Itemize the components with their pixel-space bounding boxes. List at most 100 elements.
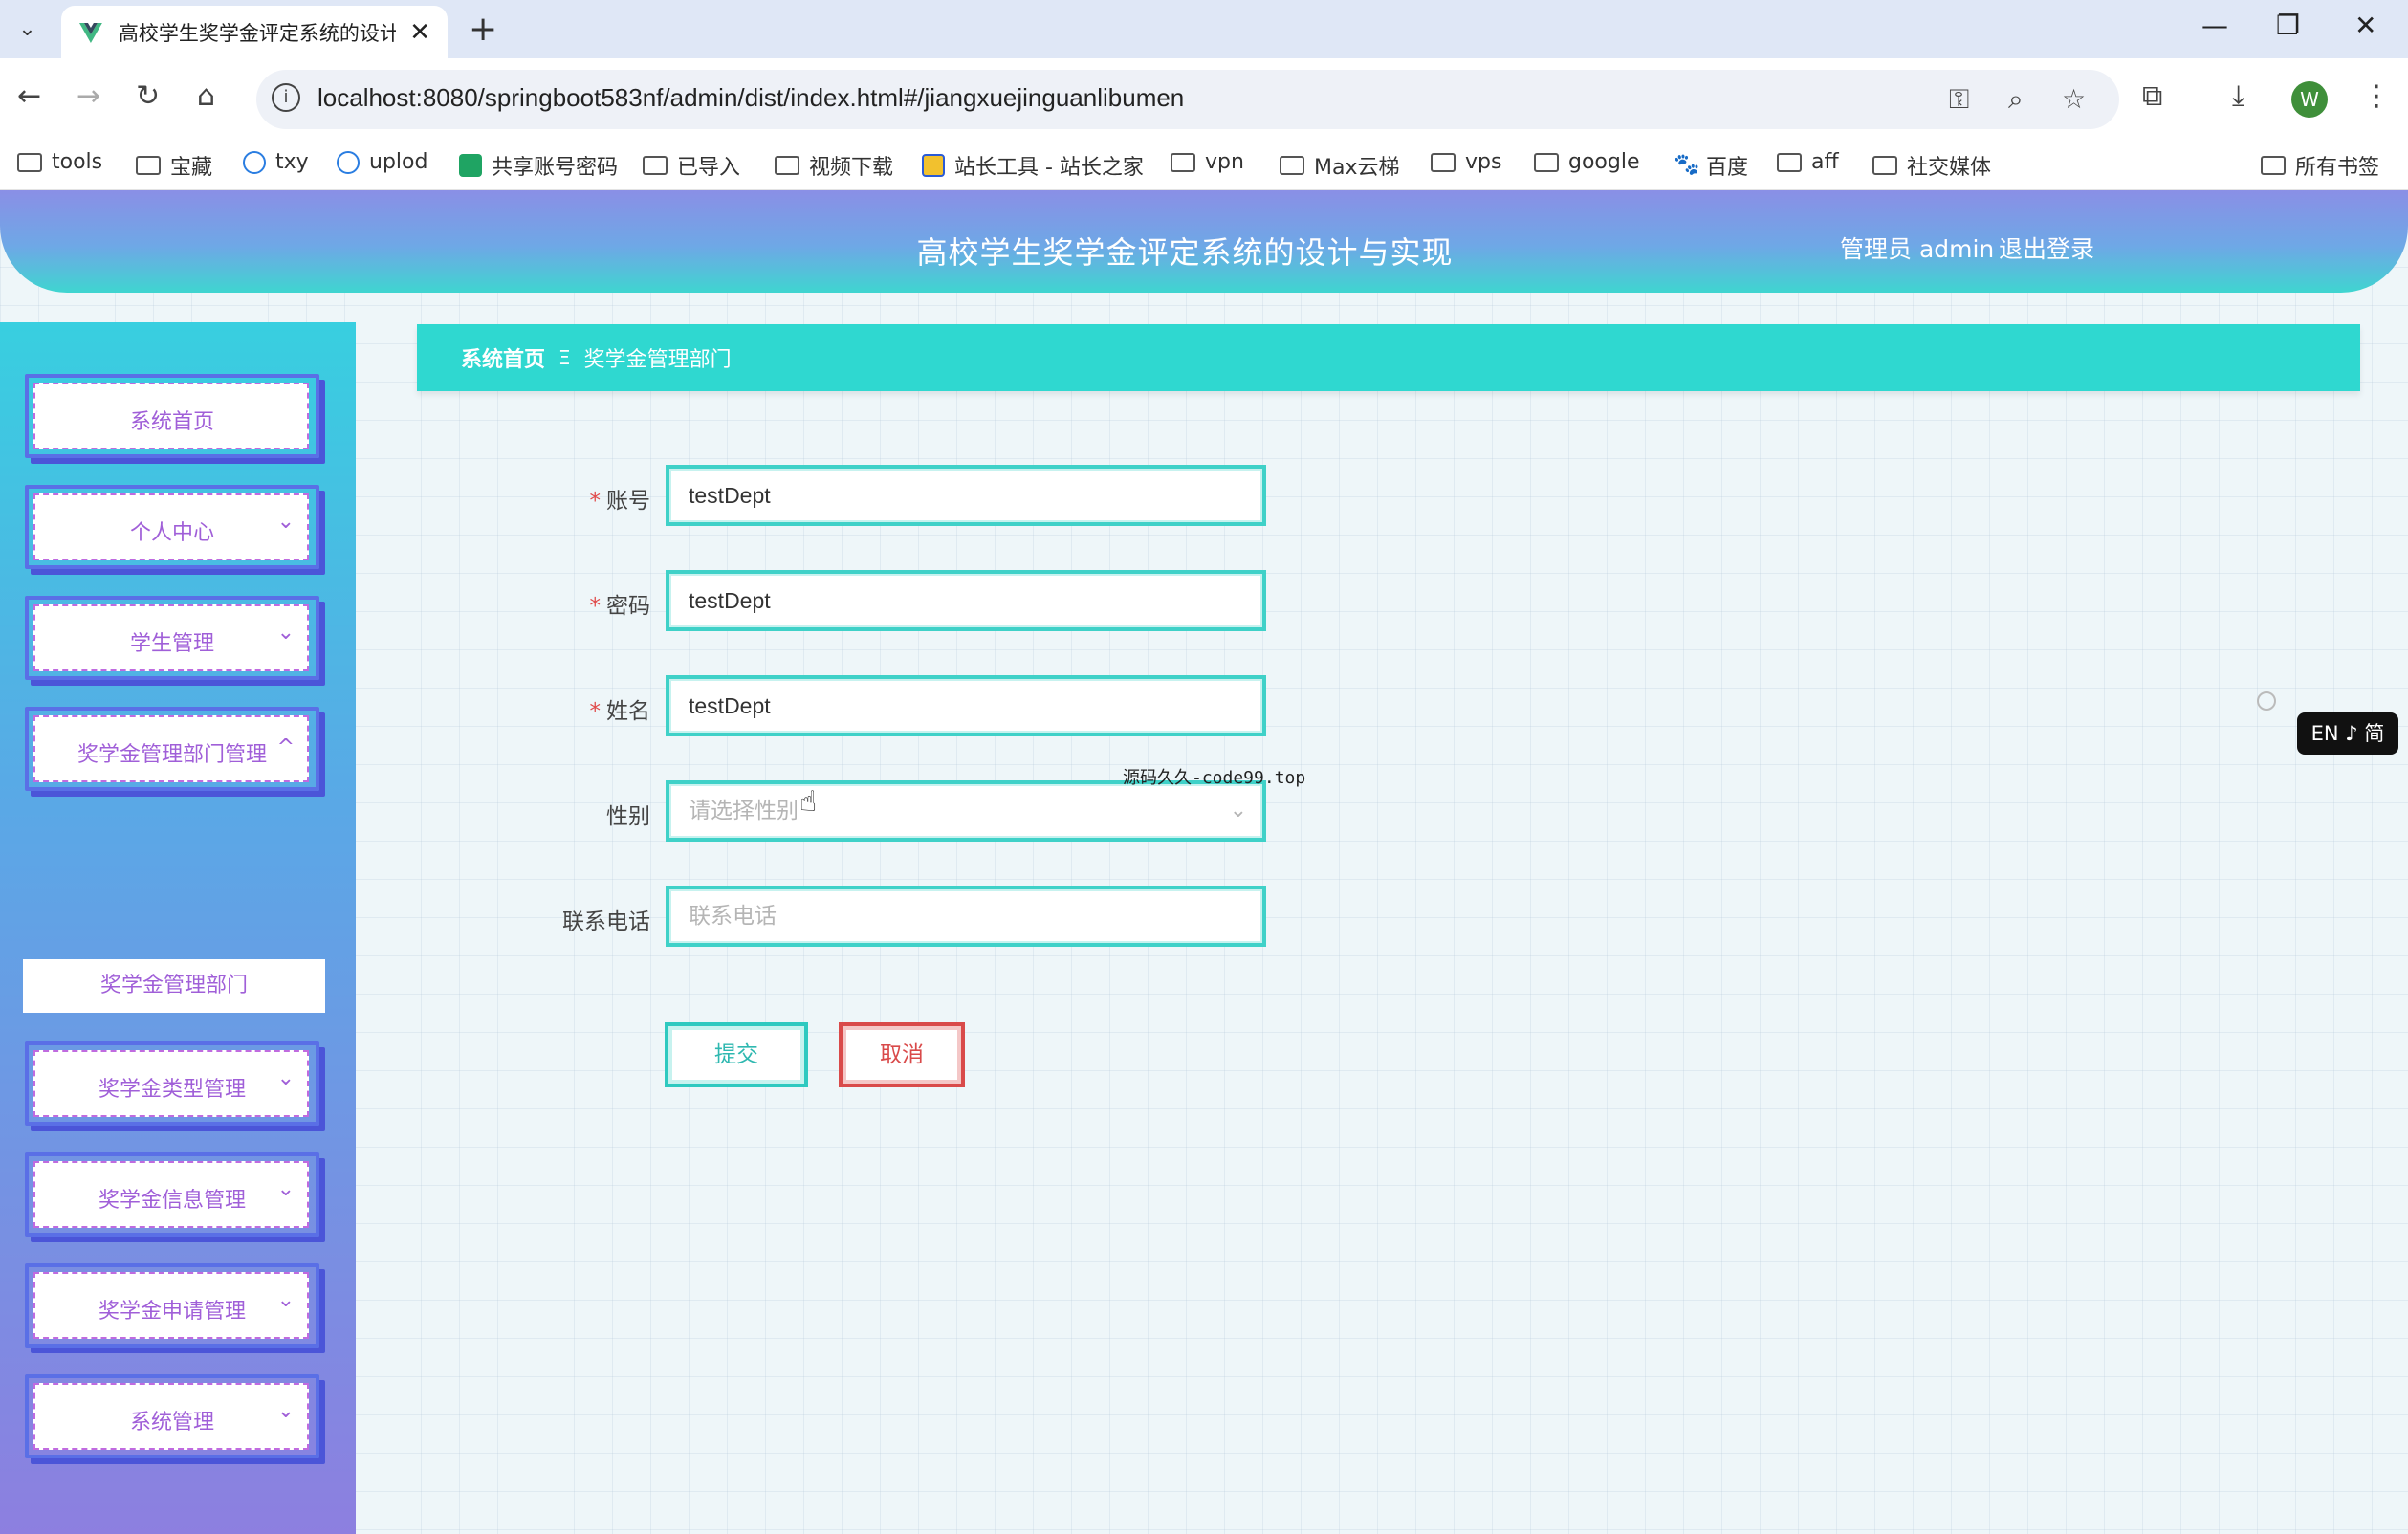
logout-link[interactable]: 退出登录 (1999, 230, 2094, 265)
sidebar: 系统首页 个人中心 ⌄ 学生管理 ⌄ 奖学金管理部门管理 ^ 奖学金管理部门 奖… (0, 322, 356, 1534)
folder-icon (1171, 152, 1195, 172)
required-mark: * (589, 699, 602, 724)
tab-title: 高校学生奖学金评定系统的设计 (118, 21, 397, 45)
required-mark: * (589, 489, 602, 514)
folder-icon (1431, 152, 1456, 172)
bookmark-item[interactable]: 站长工具 - 站长之家 (922, 150, 1144, 181)
account-row: * 账号 testDept (555, 465, 1266, 526)
bookmark-item[interactable]: aff (1777, 150, 1839, 174)
sidebar-item-dept-management[interactable]: 奖学金管理部门管理 ^ (25, 707, 319, 791)
chevron-down-icon: ⌄ (276, 1399, 295, 1423)
sheet-icon (459, 154, 482, 177)
password-label: * 密码 (590, 587, 651, 620)
bookmark-item[interactable]: Max云梯 (1280, 150, 1399, 181)
gender-select[interactable]: 请选择性别 ⌄ (666, 780, 1266, 842)
bookmark-item[interactable]: uplod (337, 150, 427, 174)
bookmark-item[interactable]: google (1534, 150, 1640, 174)
forward-icon[interactable]: → (77, 79, 100, 113)
omnibox[interactable]: i localhost:8080/springboot583nf/admin/d… (256, 70, 2119, 129)
name-input[interactable]: testDept (666, 675, 1266, 736)
name-label: * 姓名 (590, 692, 651, 725)
password-key-icon[interactable]: ⚿ (1949, 83, 1969, 116)
back-icon[interactable]: ← (17, 79, 41, 113)
tab-search-chevron-icon[interactable]: ⌄ (10, 11, 45, 47)
bookmark-item[interactable]: 宝藏 (136, 150, 212, 181)
zoom-icon[interactable]: ⌕ (2008, 83, 2024, 116)
bookmark-item[interactable]: txy (243, 150, 309, 174)
gender-placeholder: 请选择性别 (689, 799, 799, 823)
download-icon[interactable]: ⤓ (2232, 79, 2244, 113)
phone-row: 联系电话 联系电话 (555, 886, 1266, 947)
account-input[interactable]: testDept (666, 465, 1266, 526)
bookmark-item[interactable]: 社交媒体 (1872, 150, 1991, 181)
sidebar-item-label: 学生管理 (129, 632, 214, 656)
bookmark-item[interactable]: vpn (1171, 150, 1244, 174)
minimize-icon[interactable]: — (2201, 10, 2228, 41)
password-row: * 密码 testDept (555, 570, 1266, 631)
restore-icon[interactable]: ❐ (2276, 10, 2300, 41)
extensions-icon[interactable]: ⧉ (2142, 79, 2162, 113)
cancel-button[interactable]: 取消 (839, 1022, 965, 1087)
all-bookmarks[interactable]: 所有书签 (2261, 150, 2379, 181)
breadcrumb-current: 奖学金管理部门 (583, 348, 732, 372)
chevron-down-icon: ⌄ (1229, 799, 1247, 822)
account-label: * 账号 (590, 482, 651, 515)
app-header: 高校学生奖学金评定系统的设计与实现 管理员 admin 退出登录 (0, 190, 2408, 293)
phone-label: 联系电话 (562, 909, 650, 934)
sidebar-item-home[interactable]: 系统首页 (25, 374, 319, 458)
chevron-down-icon: ⌄ (276, 1177, 295, 1201)
folder-icon (1534, 152, 1559, 172)
chevron-up-icon: ^ (276, 735, 295, 759)
sidebar-item-applications[interactable]: 奖学金申请管理 ⌄ (25, 1263, 319, 1348)
cloud-icon (243, 150, 266, 174)
language-toggle[interactable]: EN ♪ 简 (2297, 712, 2398, 755)
app-viewport: 高校学生奖学金评定系统的设计与实现 管理员 admin 退出登录 系统首页 个人… (0, 190, 2408, 1534)
folder-icon (643, 156, 668, 175)
reload-icon[interactable]: ↻ (136, 79, 160, 113)
account-label-text: 账号 (606, 489, 650, 514)
baidu-paw-icon: 🐾 (1674, 153, 1700, 177)
bookmarks-bar: tools 宝藏 txy uplod 共享账号密码 已导入 视频下载 站长工具 … (0, 141, 2408, 190)
submit-button[interactable]: 提交 (665, 1022, 808, 1087)
sidebar-item-label: 奖学金类型管理 (98, 1078, 246, 1102)
folder-icon (136, 156, 161, 175)
sidebar-item-label: 奖学金信息管理 (98, 1189, 246, 1213)
bookmark-item[interactable]: tools (17, 150, 102, 174)
folder-icon (17, 152, 42, 172)
name-row: * 姓名 testDept (555, 675, 1266, 736)
bookmark-item[interactable]: 共享账号密码 (459, 150, 618, 181)
bookmark-star-icon[interactable]: ☆ (2062, 83, 2086, 115)
url-text[interactable]: localhost:8080/springboot583nf/admin/dis… (317, 83, 1184, 113)
browser-tab[interactable]: 高校学生奖学金评定系统的设计 ✕ (61, 6, 448, 58)
link-icon (337, 150, 360, 174)
current-user: 管理员 admin (1840, 235, 1995, 263)
sidebar-item-label: 奖学金管理部门管理 (77, 743, 267, 767)
site-info-icon[interactable]: i (272, 83, 300, 112)
close-window-icon[interactable]: ✕ (2354, 10, 2376, 41)
new-tab-icon[interactable]: + (469, 10, 497, 49)
folder-icon (1280, 156, 1304, 175)
home-icon[interactable]: ⌂ (197, 79, 215, 113)
password-input[interactable]: testDept (666, 570, 1266, 631)
bookmark-item[interactable]: vps (1431, 150, 1501, 174)
phone-input[interactable]: 联系电话 (666, 886, 1266, 947)
profile-avatar[interactable]: W (2291, 81, 2328, 118)
breadcrumb-home[interactable]: 系统首页 (461, 342, 545, 373)
sidebar-item-profile[interactable]: 个人中心 ⌄ (25, 485, 319, 569)
more-menu-icon[interactable]: ⋮ (2362, 79, 2391, 113)
bookmark-item[interactable]: 🐾 百度 (1674, 150, 1748, 181)
tab-close-icon[interactable]: ✕ (409, 18, 430, 47)
overlay-watermark-text: 源码久久-code99.top (1123, 768, 1306, 788)
gender-label: 性别 (606, 804, 650, 829)
sidebar-subitem-dept[interactable]: 奖学金管理部门 (23, 959, 325, 1013)
sidebar-item-scholarship-types[interactable]: 奖学金类型管理 ⌄ (25, 1041, 319, 1126)
sidebar-item-scholarship-info[interactable]: 奖学金信息管理 ⌄ (25, 1152, 319, 1237)
bookmark-item[interactable]: 视频下载 (775, 150, 893, 181)
hand-cursor-icon: ☝ (799, 785, 818, 819)
breadcrumb-separator-icon: Ξ (558, 346, 571, 369)
sidebar-item-students[interactable]: 学生管理 ⌄ (25, 596, 319, 680)
sidebar-item-label: 个人中心 (129, 521, 214, 545)
bookmark-item[interactable]: 已导入 (643, 150, 740, 181)
sidebar-item-system[interactable]: 系统管理 ⌄ (25, 1374, 319, 1458)
browser-tab-bar: ⌄ 高校学生奖学金评定系统的设计 ✕ + — ❐ ✕ (0, 0, 2408, 58)
